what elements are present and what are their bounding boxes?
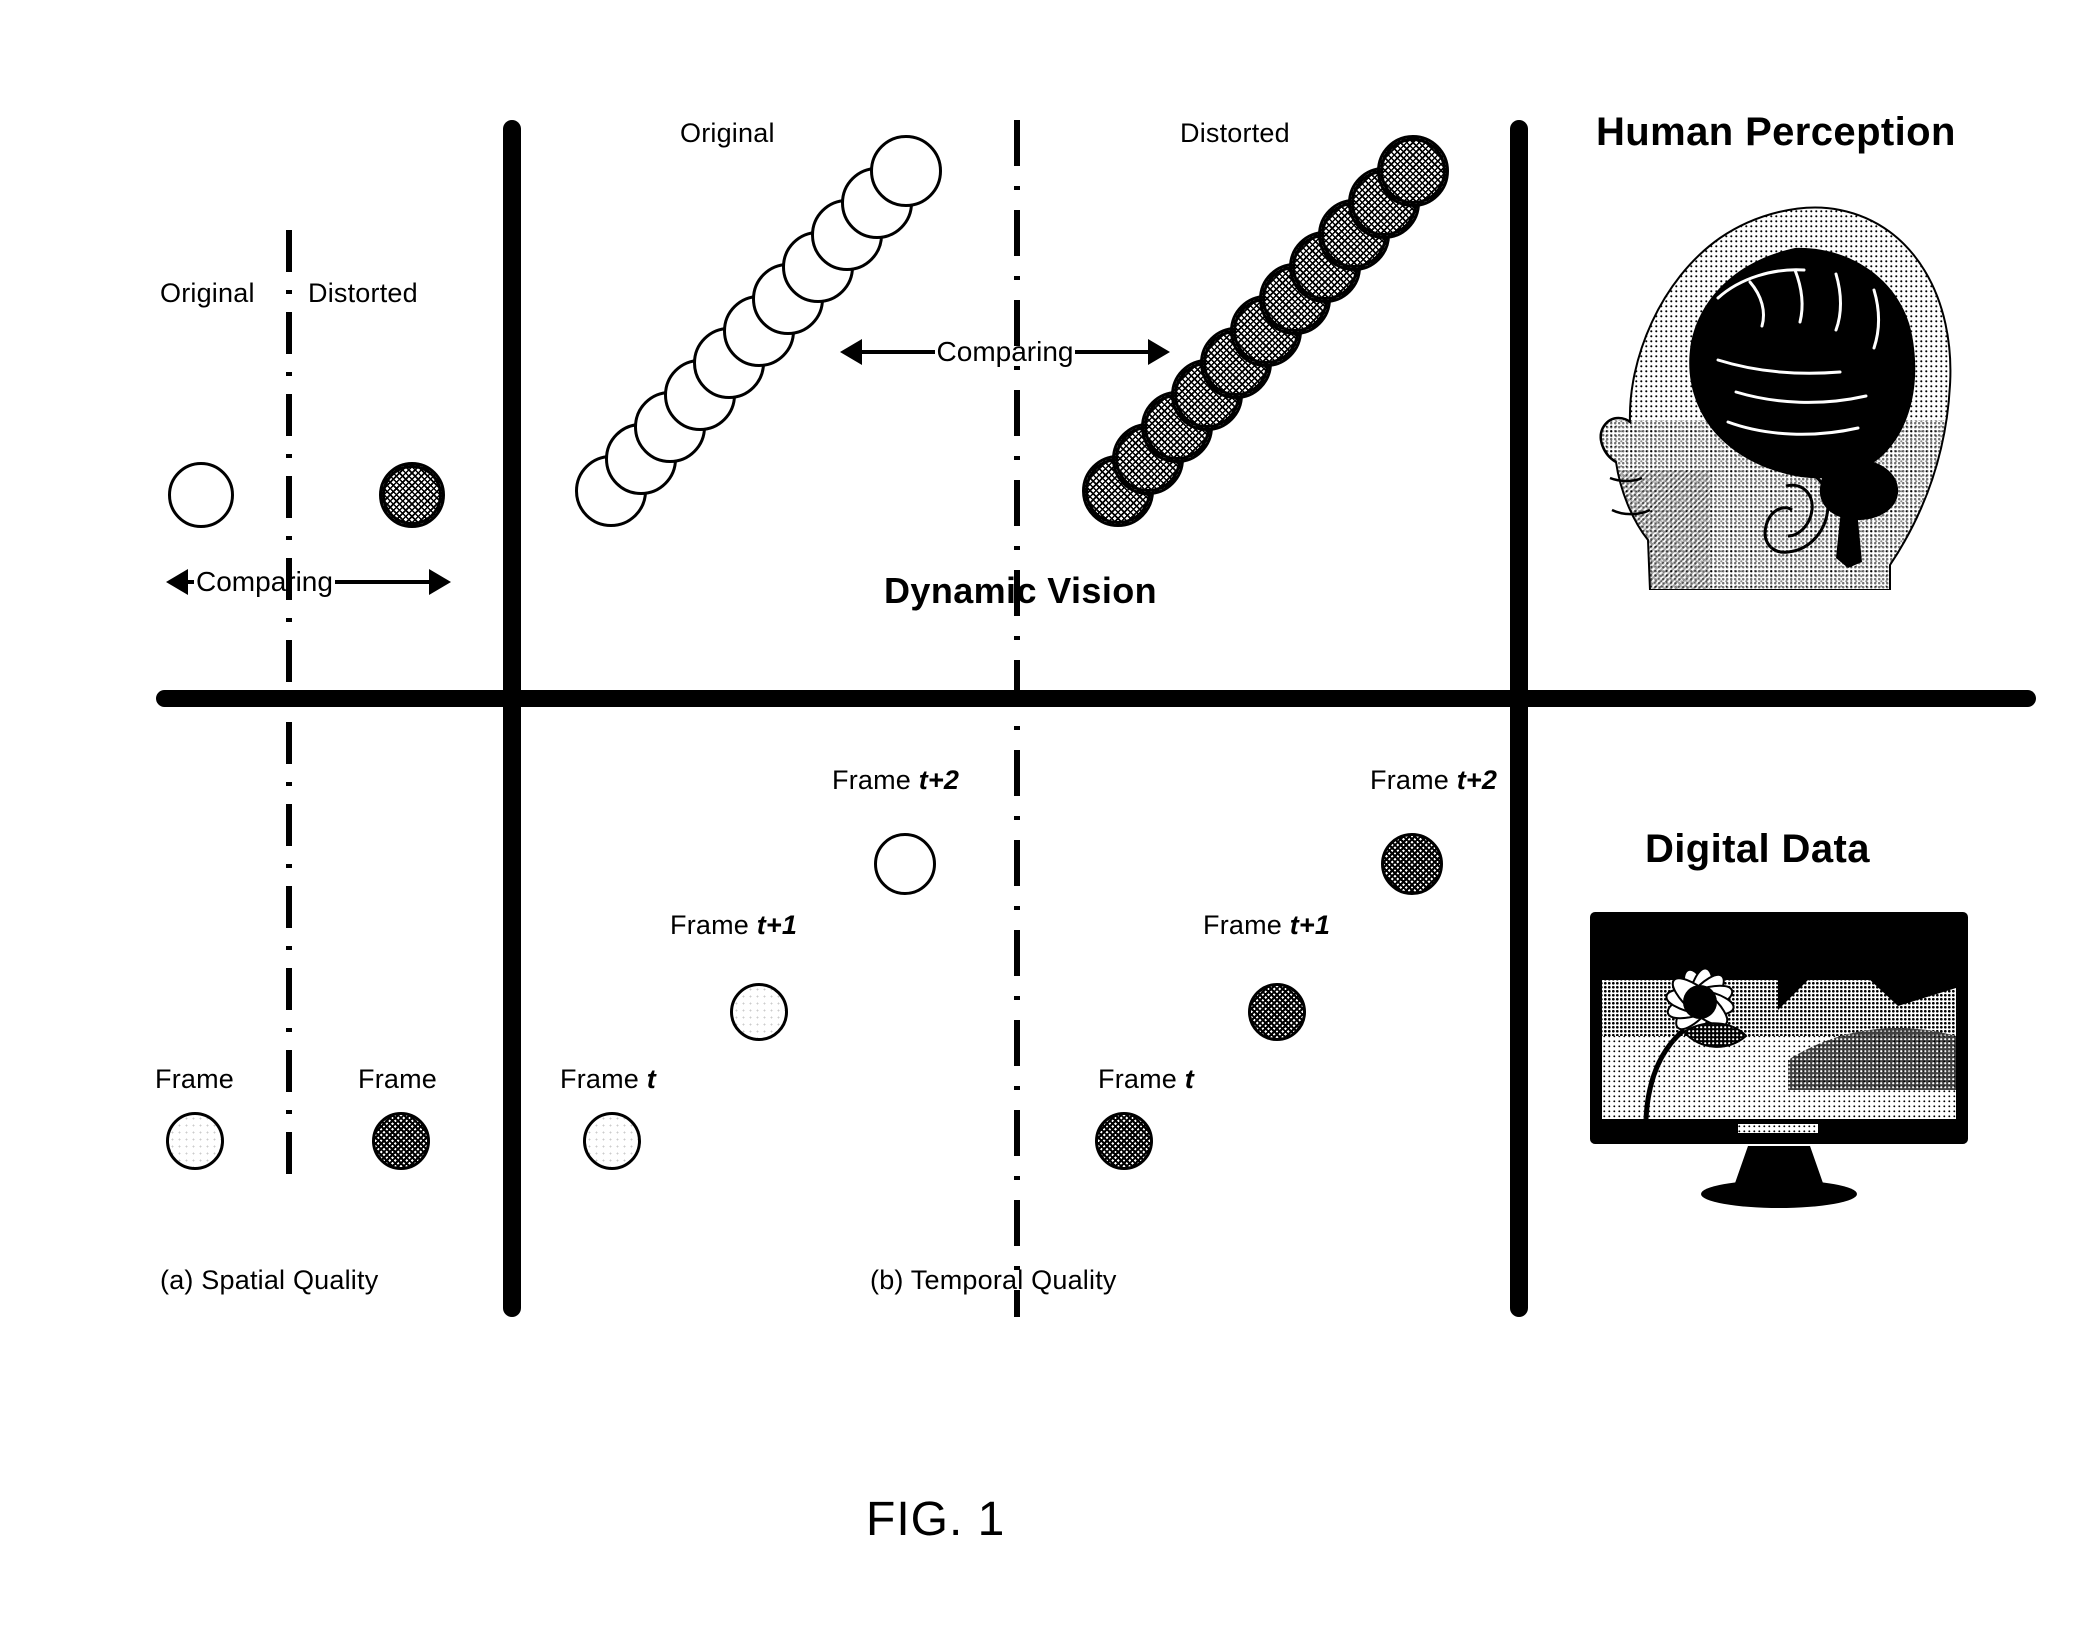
panel-b-original-frame-t2-circle	[874, 833, 936, 895]
frame-suffix: t+1	[1289, 910, 1331, 940]
panel-b-distorted-frame-t-circle	[1095, 1112, 1153, 1170]
panel-a-original-circle	[168, 462, 234, 528]
arrow-line	[1075, 350, 1149, 354]
arrow-left-icon	[166, 569, 188, 595]
dynamic-vision-label: Dynamic Vision	[884, 570, 1158, 611]
panel-b-distorted-frame-t2-label: Frame t+2	[1370, 765, 1497, 796]
panel-a-distorted-label: Distorted	[308, 278, 418, 308]
frame-prefix: Frame	[560, 1064, 647, 1094]
panel-b-distorted-frame-t-label: Frame t	[1098, 1064, 1194, 1095]
panel-b-distorted-frame-t1-circle	[1248, 983, 1306, 1041]
arrow-left-icon	[840, 339, 862, 365]
frame-suffix: t+2	[1456, 765, 1498, 795]
arrow-line	[862, 350, 935, 354]
figure-number: FIG. 1	[866, 1493, 1006, 1546]
figure-root: Original Distorted Comparing Frame Frame…	[0, 0, 2088, 1632]
panel-a-frame-label-left: Frame	[155, 1064, 235, 1094]
dashdot-divider-panel-a	[286, 230, 292, 1190]
panel-b-original-label: Original	[680, 118, 775, 148]
arrow-right-icon	[1148, 339, 1171, 365]
frame-prefix: Frame	[1098, 1064, 1185, 1094]
frame-suffix: t	[1184, 1064, 1194, 1094]
panel-b-original-frame-t2-label: Frame t+2	[832, 765, 959, 796]
panel-a-frame-original-circle	[166, 1112, 224, 1170]
digital-data-title: Digital Data	[1645, 827, 1870, 871]
panel-b-distorted-frame-t2-circle	[1381, 833, 1443, 895]
vertical-divider-right	[1510, 120, 1528, 1317]
panel-b-original-frame-t1-label: Frame t+1	[670, 910, 797, 941]
frame-prefix: Frame	[1370, 765, 1457, 795]
arrow-line	[334, 580, 429, 584]
panel-a-original-label: Original	[160, 278, 255, 308]
frame-prefix: Frame	[670, 910, 757, 940]
vertical-divider-left	[503, 120, 521, 1317]
human-head-brain-illustration	[1590, 170, 1960, 591]
panel-b-distorted-label: Distorted	[1180, 118, 1290, 148]
frame-suffix: t+2	[918, 765, 960, 795]
panel-a-distorted-circle	[379, 462, 445, 528]
frame-suffix: t+1	[756, 910, 798, 940]
panel-b-original-frame-t1-circle	[730, 983, 788, 1041]
panel-a-comparing-arrow: Comparing	[166, 566, 451, 598]
panel-b-caption: (b) Temporal Quality	[870, 1265, 1117, 1295]
frame-prefix: Frame	[832, 765, 919, 795]
panel-b-original-frame-t-label: Frame t	[560, 1064, 656, 1095]
arrow-right-icon	[429, 569, 451, 595]
human-perception-title: Human Perception	[1596, 110, 1956, 154]
computer-monitor-flower-image	[1588, 910, 1970, 1210]
panel-b-distorted-frame-t1-label: Frame t+1	[1203, 910, 1330, 941]
panel-a-frame-label-right: Frame	[358, 1064, 438, 1094]
panel-b-original-frame-t-circle	[583, 1112, 641, 1170]
panel-a-comparing-label: Comparing	[196, 566, 333, 597]
horizontal-divider	[156, 690, 2036, 707]
panel-b-comparing-arrow: Comparing	[840, 336, 1171, 368]
panel-a-caption: (a) Spatial Quality	[160, 1265, 379, 1295]
frame-prefix: Frame	[1203, 910, 1290, 940]
panel-a-frame-distorted-circle	[372, 1112, 430, 1170]
frame-suffix: t	[646, 1064, 656, 1094]
dashdot-divider-panel-b	[1014, 120, 1020, 1317]
panel-b-comparing-label: Comparing	[936, 336, 1074, 367]
